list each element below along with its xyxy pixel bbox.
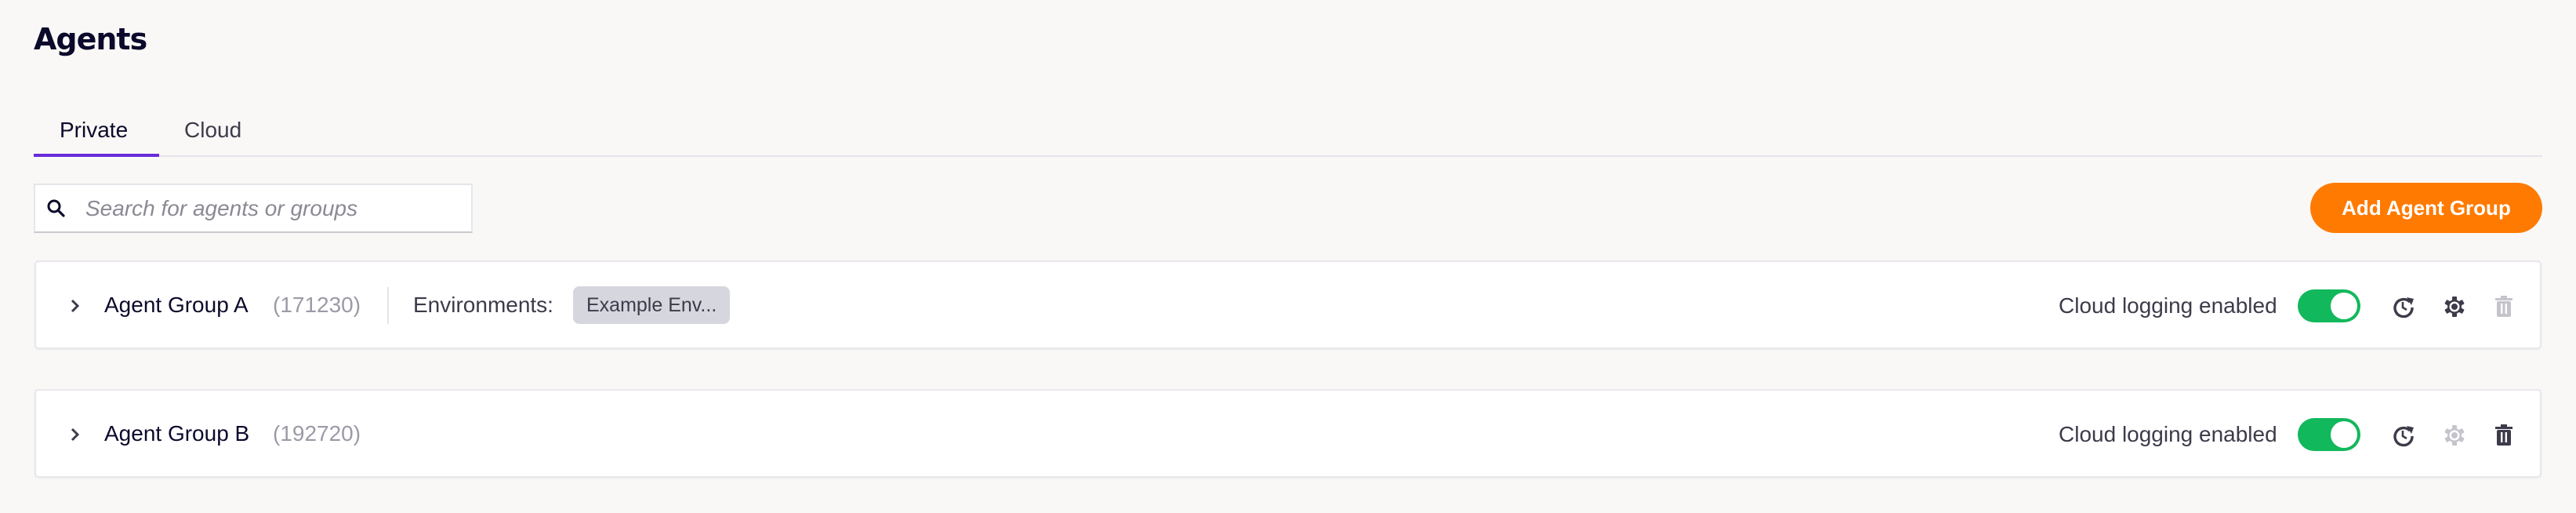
toggle-knob: [2331, 421, 2357, 448]
cloud-logging-label: Cloud logging enabled: [2059, 293, 2277, 318]
add-agent-group-button[interactable]: Add Agent Group: [2310, 183, 2542, 233]
tab-private[interactable]: Private: [34, 115, 159, 157]
cloud-logging-toggle[interactable]: [2298, 418, 2360, 451]
group-count: (192720): [273, 421, 361, 446]
trash-icon[interactable]: [2492, 295, 2516, 318]
trash-icon[interactable]: [2492, 424, 2516, 447]
chevron-right-icon[interactable]: [67, 297, 83, 315]
environment-chip[interactable]: Example Env...: [573, 286, 730, 324]
environments-label: Environments:: [413, 293, 553, 317]
tab-bar: Private Cloud: [34, 110, 2542, 157]
group-count: (171230): [273, 293, 361, 317]
search-icon: [46, 198, 67, 219]
search-box: [34, 184, 473, 233]
group-name: Agent Group A: [104, 293, 249, 317]
page-title: Agents: [34, 22, 147, 56]
toggle-knob: [2331, 293, 2357, 319]
history-icon[interactable]: [2392, 295, 2415, 318]
history-icon[interactable]: [2392, 424, 2415, 447]
tab-cloud[interactable]: Cloud: [184, 115, 241, 157]
chevron-right-icon[interactable]: [67, 425, 83, 444]
cloud-logging-toggle[interactable]: [2298, 289, 2360, 322]
group-name: Agent Group B: [104, 421, 250, 446]
gear-icon[interactable]: [2443, 424, 2466, 447]
agent-group-row: Agent Group A (171230) Environments: Exa…: [34, 260, 2542, 349]
search-input[interactable]: [85, 185, 462, 231]
gear-icon[interactable]: [2443, 295, 2466, 318]
divider: [387, 287, 389, 324]
cloud-logging-label: Cloud logging enabled: [2059, 422, 2277, 446]
agent-group-row: Agent Group B (192720) Cloud logging ena…: [34, 389, 2542, 478]
